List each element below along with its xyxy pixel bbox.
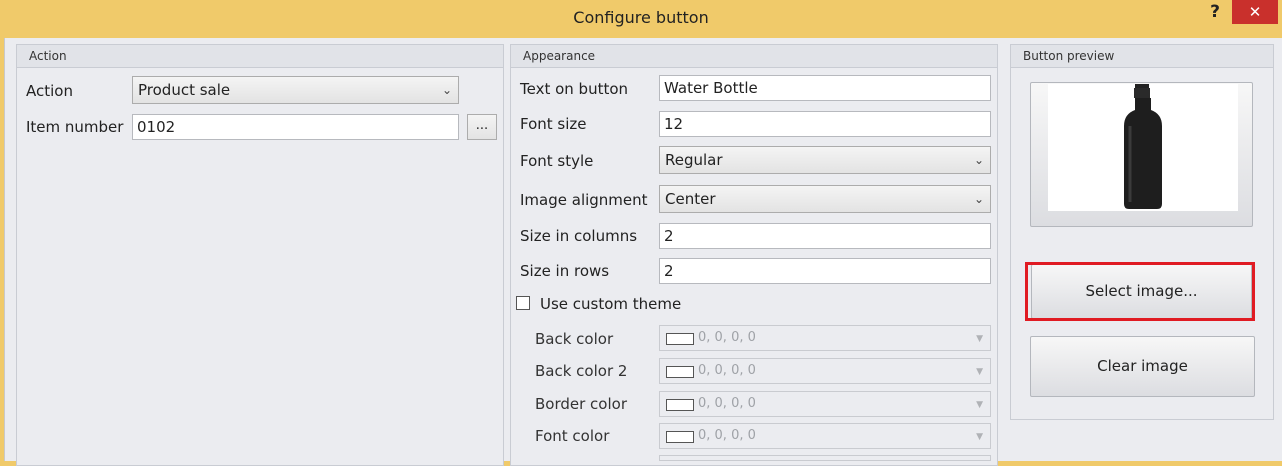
color-swatch-icon (666, 399, 694, 411)
font-style-value: Regular (665, 151, 723, 169)
image-alignment-value: Center (665, 190, 716, 208)
item-number-label: Item number (26, 118, 124, 136)
image-alignment-dropdown[interactable]: Center ⌄ (659, 185, 991, 213)
water-bottle-image (1048, 84, 1238, 211)
close-button[interactable]: ✕ (1232, 0, 1278, 24)
help-button[interactable]: ? (1200, 0, 1230, 24)
back-color-value: 0, 0, 0, 0 (698, 330, 756, 345)
font-color-value: 0, 0, 0, 0 (698, 428, 756, 443)
action-value: Product sale (138, 81, 231, 99)
text-on-button-label: Text on button (520, 80, 629, 98)
clear-image-button[interactable]: Clear image (1030, 336, 1255, 397)
select-image-highlight (1025, 262, 1255, 321)
custom-theme-checkbox[interactable] (516, 296, 530, 310)
font-style-label: Font style (520, 152, 594, 170)
font-size-field[interactable]: 12 (659, 111, 991, 137)
dropdown-arrow-icon: ▼ (976, 400, 983, 410)
font-color-label: Font color (535, 427, 610, 445)
back-color2-picker[interactable]: 0, 0, 0, 0 ▼ (659, 358, 991, 384)
dropdown-arrow-icon: ▼ (976, 367, 983, 377)
action-dropdown[interactable]: Product sale ⌄ (132, 76, 459, 104)
custom-theme-label[interactable]: Use custom theme (540, 295, 681, 313)
water-bottle-icon (1124, 84, 1162, 209)
border-color-picker[interactable]: 0, 0, 0, 0 ▼ (659, 391, 991, 417)
item-number-field[interactable]: 0102 (132, 114, 459, 140)
chevron-down-icon: ⌄ (973, 192, 984, 206)
text-on-button-field[interactable]: Water Bottle (659, 75, 991, 101)
back-color2-value: 0, 0, 0, 0 (698, 363, 756, 378)
font-size-label: Font size (520, 115, 587, 133)
chevron-down-icon: ⌄ (441, 83, 452, 97)
back-color-label: Back color (535, 330, 614, 348)
size-columns-field[interactable]: 2 (659, 223, 991, 249)
color-swatch-icon (666, 333, 694, 345)
dropdown-arrow-icon: ▼ (976, 432, 983, 442)
title-bar: Configure button ? ✕ (0, 0, 1282, 38)
chevron-down-icon: ⌄ (973, 153, 984, 167)
font-style-dropdown[interactable]: Regular ⌄ (659, 146, 991, 174)
appearance-group-header: Appearance (511, 45, 997, 68)
back-color-picker[interactable]: 0, 0, 0, 0 ▼ (659, 325, 991, 351)
size-rows-field[interactable]: 2 (659, 258, 991, 284)
dropdown-arrow-icon: ▼ (976, 334, 983, 344)
preview-group-header: Button preview (1011, 45, 1273, 68)
next-color-picker[interactable] (659, 455, 991, 461)
font-color-picker[interactable]: 0, 0, 0, 0 ▼ (659, 423, 991, 449)
action-group: Action (16, 44, 504, 466)
action-group-header: Action (17, 45, 503, 68)
back-color2-label: Back color 2 (535, 362, 628, 380)
image-alignment-label: Image alignment (520, 191, 648, 209)
color-swatch-icon (666, 366, 694, 378)
size-rows-label: Size in rows (520, 262, 610, 280)
action-label: Action (26, 82, 73, 100)
color-swatch-icon (666, 431, 694, 443)
window-title: Configure button (573, 8, 709, 27)
browse-item-button[interactable]: ... (467, 114, 497, 140)
size-columns-label: Size in columns (520, 227, 638, 245)
border-color-label: Border color (535, 395, 627, 413)
border-color-value: 0, 0, 0, 0 (698, 396, 756, 411)
